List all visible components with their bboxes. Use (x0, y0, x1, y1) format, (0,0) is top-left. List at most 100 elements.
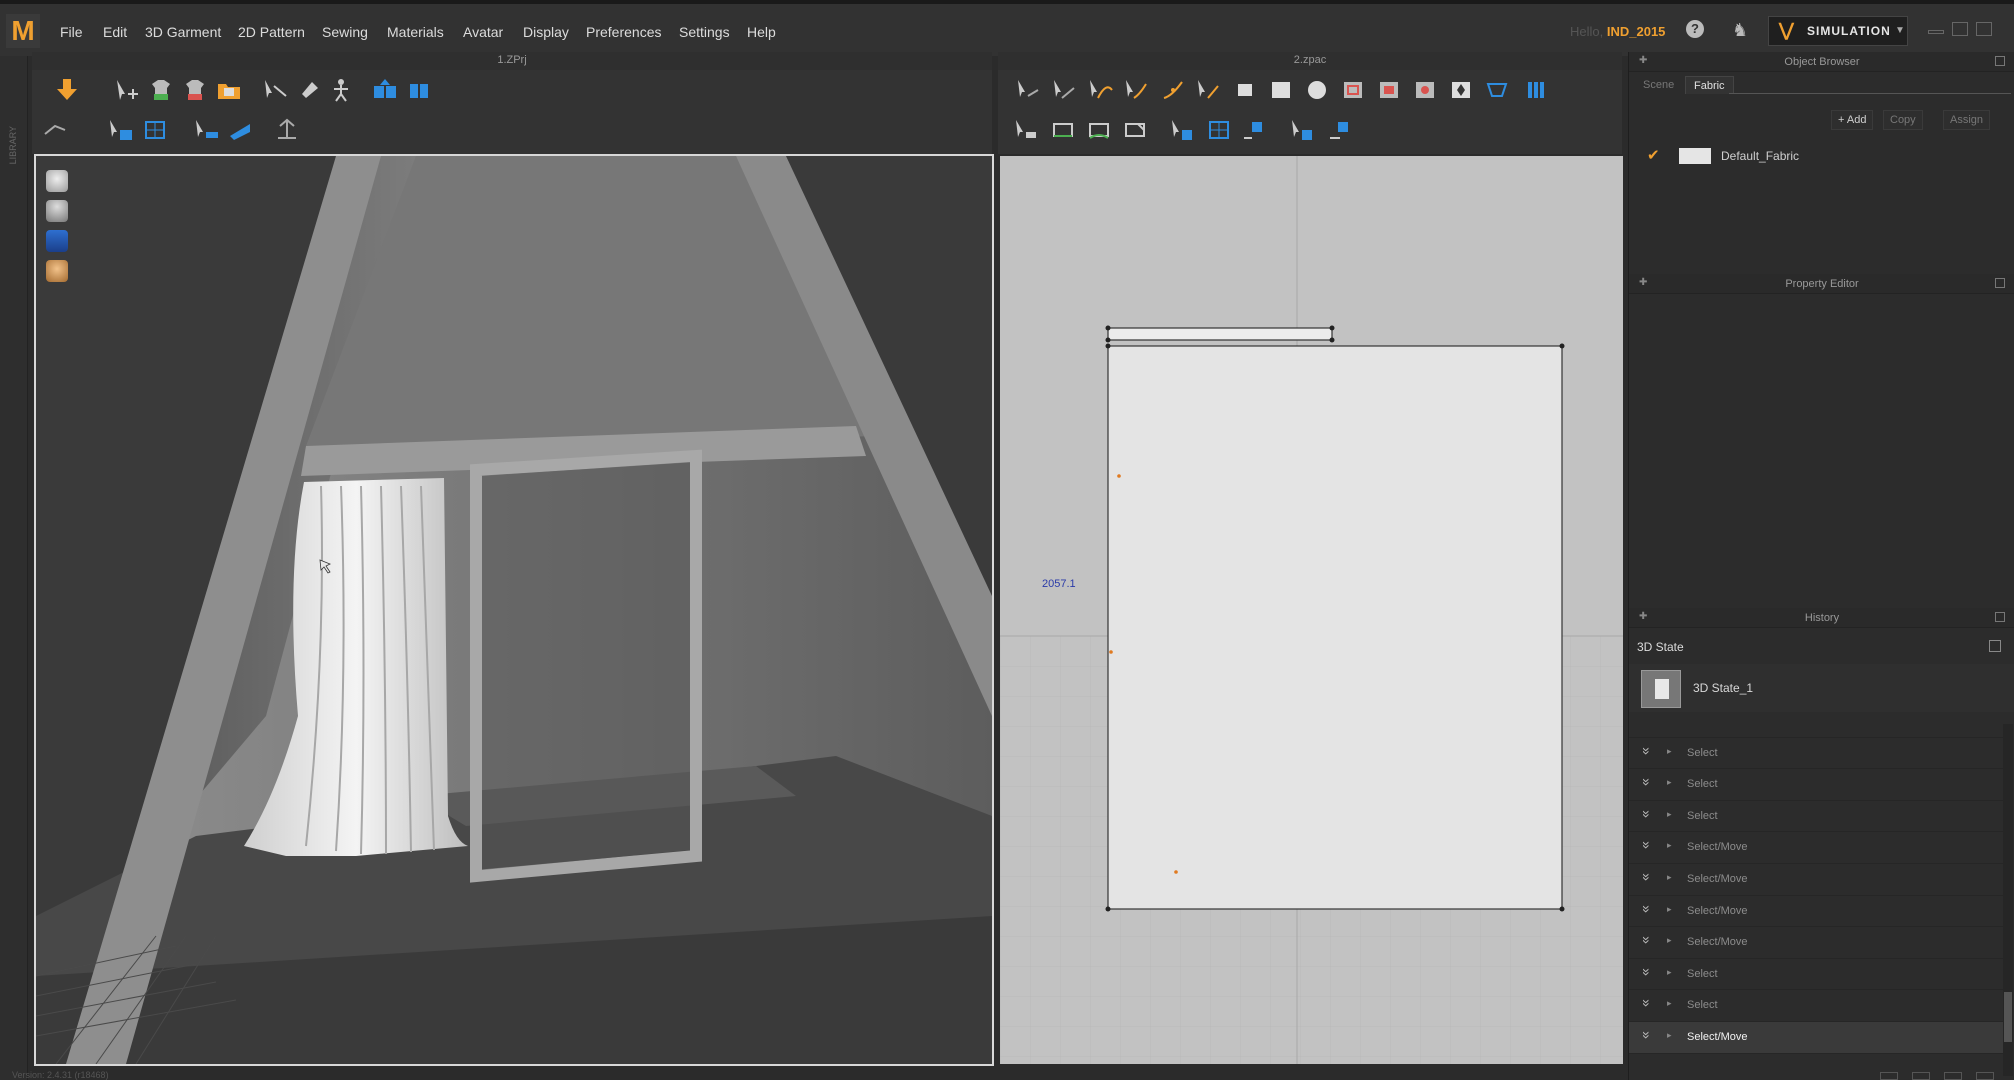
history-scrollbar-thumb[interactable] (2004, 992, 2012, 1042)
history-item[interactable]: » ▸ Select (1629, 990, 2003, 1022)
chevron-down-icon: » (1638, 936, 1655, 945)
menu-avatar[interactable]: Avatar (463, 24, 503, 40)
internal-polygon-icon[interactable] (1338, 76, 1368, 104)
menu-display[interactable]: Display (523, 24, 569, 40)
layout-quad-icon[interactable] (1976, 1072, 1994, 1080)
select-graphic-icon[interactable] (1288, 116, 1318, 144)
minimize-button[interactable] (1928, 30, 1944, 34)
history-item[interactable]: » ▸ Select/Move (1629, 863, 2003, 896)
menu-file[interactable]: File (60, 24, 83, 40)
close-button[interactable] (1976, 22, 1992, 36)
history-item[interactable]: » ▸ Select (1629, 800, 2003, 833)
select-texture-icon[interactable] (1168, 116, 1198, 144)
history-item[interactable]: » ▸ Select (1629, 737, 2003, 770)
help-icon[interactable]: ? (1686, 20, 1704, 38)
popout-icon[interactable] (1995, 278, 2005, 288)
tack-icon[interactable] (40, 116, 70, 144)
garment-green-icon[interactable] (146, 76, 176, 104)
hair-icon[interactable] (46, 170, 68, 192)
menu-edit[interactable]: Edit (103, 24, 127, 40)
texture-icon[interactable] (140, 116, 170, 144)
avatar-pose-icon[interactable] (326, 76, 356, 104)
select-mesh-icon[interactable] (260, 76, 290, 104)
history-item[interactable]: »▸Simulate (1629, 724, 2003, 738)
maximize-button[interactable] (1952, 22, 1968, 36)
menu-3d-garment[interactable]: 3D Garment (145, 24, 221, 40)
history-item-label: Select/Move (1687, 841, 1748, 854)
menu-help[interactable]: Help (747, 24, 776, 40)
history-item-label: Select/Move (1687, 872, 1748, 885)
fold-arrange-icon[interactable] (370, 76, 400, 104)
circle-icon[interactable] (1302, 76, 1332, 104)
copy-button[interactable]: Copy (1883, 110, 1923, 130)
free-sewing-icon[interactable] (1084, 116, 1114, 144)
history-item[interactable]: » ▸ Select/Move (1629, 927, 2003, 959)
texture-grid-icon[interactable] (1204, 116, 1234, 144)
property-editor-header: ✚ Property Editor (1629, 274, 2014, 294)
history-item[interactable]: » ▸ Select (1629, 769, 2003, 801)
texture-transform-icon[interactable] (1238, 116, 1268, 144)
add-point-icon[interactable] (1158, 76, 1188, 104)
avatar-head-icon[interactable] (46, 260, 68, 282)
popout-icon[interactable] (1995, 612, 2005, 622)
state-add-icon[interactable] (1989, 640, 2001, 652)
edit-sewing-2d-icon[interactable] (1120, 116, 1150, 144)
history-item[interactable]: » ▸ Select/Move (1629, 1021, 2003, 1054)
select-pattern-icon[interactable] (106, 116, 136, 144)
layout-single-icon[interactable] (1880, 1072, 1898, 1080)
fold-sheet-icon[interactable] (404, 76, 434, 104)
rectangle-icon[interactable] (1266, 76, 1296, 104)
graphic-transform-icon[interactable] (1324, 116, 1354, 144)
library-strip[interactable]: LIBRARY (0, 56, 28, 1080)
pattern-canvas (1000, 156, 1623, 1064)
slice-icon[interactable] (1194, 76, 1224, 104)
viewport-3d[interactable] (34, 154, 994, 1066)
history-item[interactable]: » ▸ Select/Move (1629, 832, 2003, 864)
edit-curve-icon[interactable] (1086, 76, 1116, 104)
simulation-dropdown-icon[interactable]: ▼ (1890, 16, 1910, 46)
simulation-button[interactable]: ⋁ SIMULATION (1768, 16, 1908, 46)
history-scrollbar[interactable] (2003, 724, 2013, 1076)
add-button[interactable]: + Add (1831, 110, 1874, 130)
select-sewing-icon[interactable] (192, 116, 222, 144)
garment-folder-icon[interactable] (214, 76, 244, 104)
state-item[interactable]: 3D State_1 (1629, 664, 2014, 712)
tab-scene[interactable]: Scene (1635, 76, 1682, 94)
transform-pattern-icon[interactable] (1014, 76, 1044, 104)
tab-fabric[interactable]: Fabric (1685, 76, 1734, 94)
internal-rectangle-icon[interactable] (1374, 76, 1404, 104)
menu-preferences[interactable]: Preferences (586, 24, 661, 40)
grade-icon[interactable] (1522, 76, 1552, 104)
transform-icon[interactable] (112, 76, 142, 104)
edit-pattern-icon[interactable] (1050, 76, 1080, 104)
avatar-settings-icon[interactable]: ♞ (1732, 20, 1754, 40)
avatar-texture-icon[interactable] (46, 230, 68, 252)
segment-sewing-icon[interactable] (1048, 116, 1078, 144)
internal-circle-icon[interactable] (1410, 76, 1440, 104)
viewport-2d[interactable]: 2057.1 (1000, 156, 1623, 1064)
assign-button[interactable]: Assign (1943, 110, 1991, 130)
body-icon[interactable] (46, 200, 68, 222)
layout-split-icon[interactable] (1912, 1072, 1930, 1080)
pin-grab-icon[interactable] (272, 116, 302, 144)
dart-icon[interactable] (1446, 76, 1476, 104)
popout-icon[interactable] (1995, 56, 2005, 66)
trace-icon[interactable] (1482, 76, 1512, 104)
history-item[interactable]: » ▸ Select (1629, 958, 2003, 991)
polygon-icon[interactable] (1230, 76, 1260, 104)
select-pattern-2d-icon[interactable] (1012, 116, 1042, 144)
menu-materials[interactable]: Materials (387, 24, 444, 40)
history-item[interactable]: » ▸ Select/Move (1629, 895, 2003, 928)
pin-icon[interactable] (294, 76, 324, 104)
menu-sewing[interactable]: Sewing (322, 24, 368, 40)
history-state-header: 3D State (1629, 636, 2014, 658)
curvature-icon[interactable] (1122, 76, 1152, 104)
fabric-list-item[interactable]: ✔ Default_Fabric (1629, 142, 2014, 170)
user-greeting: Hello, IND_2015 (1570, 24, 1665, 39)
garment-red-icon[interactable] (180, 76, 210, 104)
menu-settings[interactable]: Settings (679, 24, 730, 40)
edit-sewing-icon[interactable] (226, 116, 256, 144)
import-icon[interactable] (52, 76, 82, 104)
layout-triple-icon[interactable] (1944, 1072, 1962, 1080)
menu-2d-pattern[interactable]: 2D Pattern (238, 24, 305, 40)
